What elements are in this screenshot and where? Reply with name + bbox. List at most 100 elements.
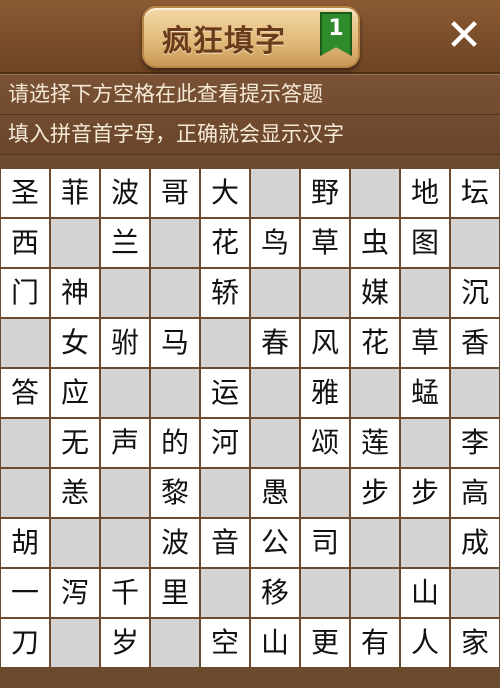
- grid-cell-filled[interactable]: 春: [250, 318, 300, 368]
- grid-cell-filled[interactable]: 菲: [50, 168, 100, 218]
- grid-cell-filled[interactable]: 公: [250, 518, 300, 568]
- grid-cell-filled[interactable]: 花: [350, 318, 400, 368]
- grid-cell-filled[interactable]: 山: [400, 568, 450, 618]
- grid-cell-filled[interactable]: 西: [0, 218, 50, 268]
- grid-cell-blank[interactable]: [300, 268, 350, 318]
- grid-cell-filled[interactable]: 雅: [300, 368, 350, 418]
- grid-cell-filled[interactable]: 香: [450, 318, 500, 368]
- grid-cell-filled[interactable]: 野: [300, 168, 350, 218]
- grid-cell-filled[interactable]: 鸟: [250, 218, 300, 268]
- grid-cell-filled[interactable]: 声: [100, 418, 150, 468]
- grid-cell-filled[interactable]: 河: [200, 418, 250, 468]
- grid-cell-filled[interactable]: 兰: [100, 218, 150, 268]
- grid-cell-filled[interactable]: 风: [300, 318, 350, 368]
- grid-cell-blank[interactable]: [400, 268, 450, 318]
- grid-cell-blank[interactable]: [250, 418, 300, 468]
- grid-cell-blank[interactable]: [0, 468, 50, 518]
- grid-cell-filled[interactable]: 愚: [250, 468, 300, 518]
- grid-cell-blank[interactable]: [250, 268, 300, 318]
- grid-cell-filled[interactable]: 移: [250, 568, 300, 618]
- grid-cell-filled[interactable]: 花: [200, 218, 250, 268]
- grid-cell-filled[interactable]: 沉: [450, 268, 500, 318]
- grid-cell-filled[interactable]: 马: [150, 318, 200, 368]
- grid-cell-blank[interactable]: [150, 618, 200, 668]
- grid-cell-blank[interactable]: [350, 368, 400, 418]
- grid-cell-filled[interactable]: 李: [450, 418, 500, 468]
- grid-cell-filled[interactable]: 哥: [150, 168, 200, 218]
- grid-cell-filled[interactable]: 刀: [0, 618, 50, 668]
- grid-cell-filled[interactable]: 人: [400, 618, 450, 668]
- grid-cell-blank[interactable]: [300, 568, 350, 618]
- grid-cell-blank[interactable]: [450, 218, 500, 268]
- grid-cell-blank[interactable]: [200, 568, 250, 618]
- grid-cell-filled[interactable]: 泻: [50, 568, 100, 618]
- grid-cell-filled[interactable]: 坛: [450, 168, 500, 218]
- grid-cell-filled[interactable]: 步: [350, 468, 400, 518]
- grid-cell-blank[interactable]: [0, 418, 50, 468]
- grid-cell-filled[interactable]: 高: [450, 468, 500, 518]
- grid-cell-filled[interactable]: 草: [300, 218, 350, 268]
- grid-cell-blank[interactable]: [250, 168, 300, 218]
- grid-cell-blank[interactable]: [100, 518, 150, 568]
- grid-cell-filled[interactable]: 颂: [300, 418, 350, 468]
- grid-cell-filled[interactable]: 更: [300, 618, 350, 668]
- grid-cell-filled[interactable]: 的: [150, 418, 200, 468]
- grid-cell-blank[interactable]: [400, 418, 450, 468]
- grid-cell-filled[interactable]: 恙: [50, 468, 100, 518]
- grid-cell-filled[interactable]: 草: [400, 318, 450, 368]
- grid-cell-blank[interactable]: [50, 518, 100, 568]
- grid-cell-blank[interactable]: [100, 368, 150, 418]
- grid-cell-filled[interactable]: 家: [450, 618, 500, 668]
- grid-cell-filled[interactable]: 步: [400, 468, 450, 518]
- grid-cell-filled[interactable]: 驸: [100, 318, 150, 368]
- grid-cell-filled[interactable]: 圣: [0, 168, 50, 218]
- grid-cell-blank[interactable]: [50, 218, 100, 268]
- grid-cell-filled[interactable]: 应: [50, 368, 100, 418]
- close-button[interactable]: ✕: [442, 14, 486, 58]
- grid-cell-filled[interactable]: 大: [200, 168, 250, 218]
- grid-cell-blank[interactable]: [50, 618, 100, 668]
- grid-cell-filled[interactable]: 图: [400, 218, 450, 268]
- grid-cell-filled[interactable]: 媒: [350, 268, 400, 318]
- grid-cell-filled[interactable]: 地: [400, 168, 450, 218]
- grid-cell-blank[interactable]: [0, 318, 50, 368]
- grid-cell-blank[interactable]: [150, 268, 200, 318]
- grid-cell-blank[interactable]: [150, 368, 200, 418]
- grid-cell-filled[interactable]: 轿: [200, 268, 250, 318]
- grid-cell-blank[interactable]: [400, 518, 450, 568]
- grid-cell-filled[interactable]: 无: [50, 418, 100, 468]
- grid-cell-blank[interactable]: [150, 218, 200, 268]
- grid-cell-filled[interactable]: 波: [150, 518, 200, 568]
- grid-cell-blank[interactable]: [350, 168, 400, 218]
- grid-cell-filled[interactable]: 神: [50, 268, 100, 318]
- grid-cell-filled[interactable]: 山: [250, 618, 300, 668]
- grid-cell-filled[interactable]: 胡: [0, 518, 50, 568]
- grid-cell-blank[interactable]: [350, 568, 400, 618]
- grid-cell-filled[interactable]: 蜢: [400, 368, 450, 418]
- grid-cell-blank[interactable]: [350, 518, 400, 568]
- grid-cell-blank[interactable]: [200, 318, 250, 368]
- grid-cell-filled[interactable]: 千: [100, 568, 150, 618]
- grid-cell-blank[interactable]: [300, 468, 350, 518]
- grid-cell-filled[interactable]: 莲: [350, 418, 400, 468]
- grid-cell-filled[interactable]: 运: [200, 368, 250, 418]
- grid-cell-blank[interactable]: [200, 468, 250, 518]
- grid-cell-blank[interactable]: [250, 368, 300, 418]
- grid-cell-filled[interactable]: 有: [350, 618, 400, 668]
- grid-cell-blank[interactable]: [450, 368, 500, 418]
- grid-cell-filled[interactable]: 虫: [350, 218, 400, 268]
- grid-cell-filled[interactable]: 一: [0, 568, 50, 618]
- grid-cell-filled[interactable]: 司: [300, 518, 350, 568]
- grid-cell-filled[interactable]: 门: [0, 268, 50, 318]
- grid-cell-blank[interactable]: [450, 568, 500, 618]
- grid-cell-filled[interactable]: 波: [100, 168, 150, 218]
- grid-cell-filled[interactable]: 岁: [100, 618, 150, 668]
- grid-cell-filled[interactable]: 女: [50, 318, 100, 368]
- grid-cell-filled[interactable]: 成: [450, 518, 500, 568]
- grid-cell-filled[interactable]: 答: [0, 368, 50, 418]
- grid-cell-filled[interactable]: 音: [200, 518, 250, 568]
- grid-cell-filled[interactable]: 黎: [150, 468, 200, 518]
- grid-cell-blank[interactable]: [100, 468, 150, 518]
- grid-cell-filled[interactable]: 里: [150, 568, 200, 618]
- grid-cell-blank[interactable]: [100, 268, 150, 318]
